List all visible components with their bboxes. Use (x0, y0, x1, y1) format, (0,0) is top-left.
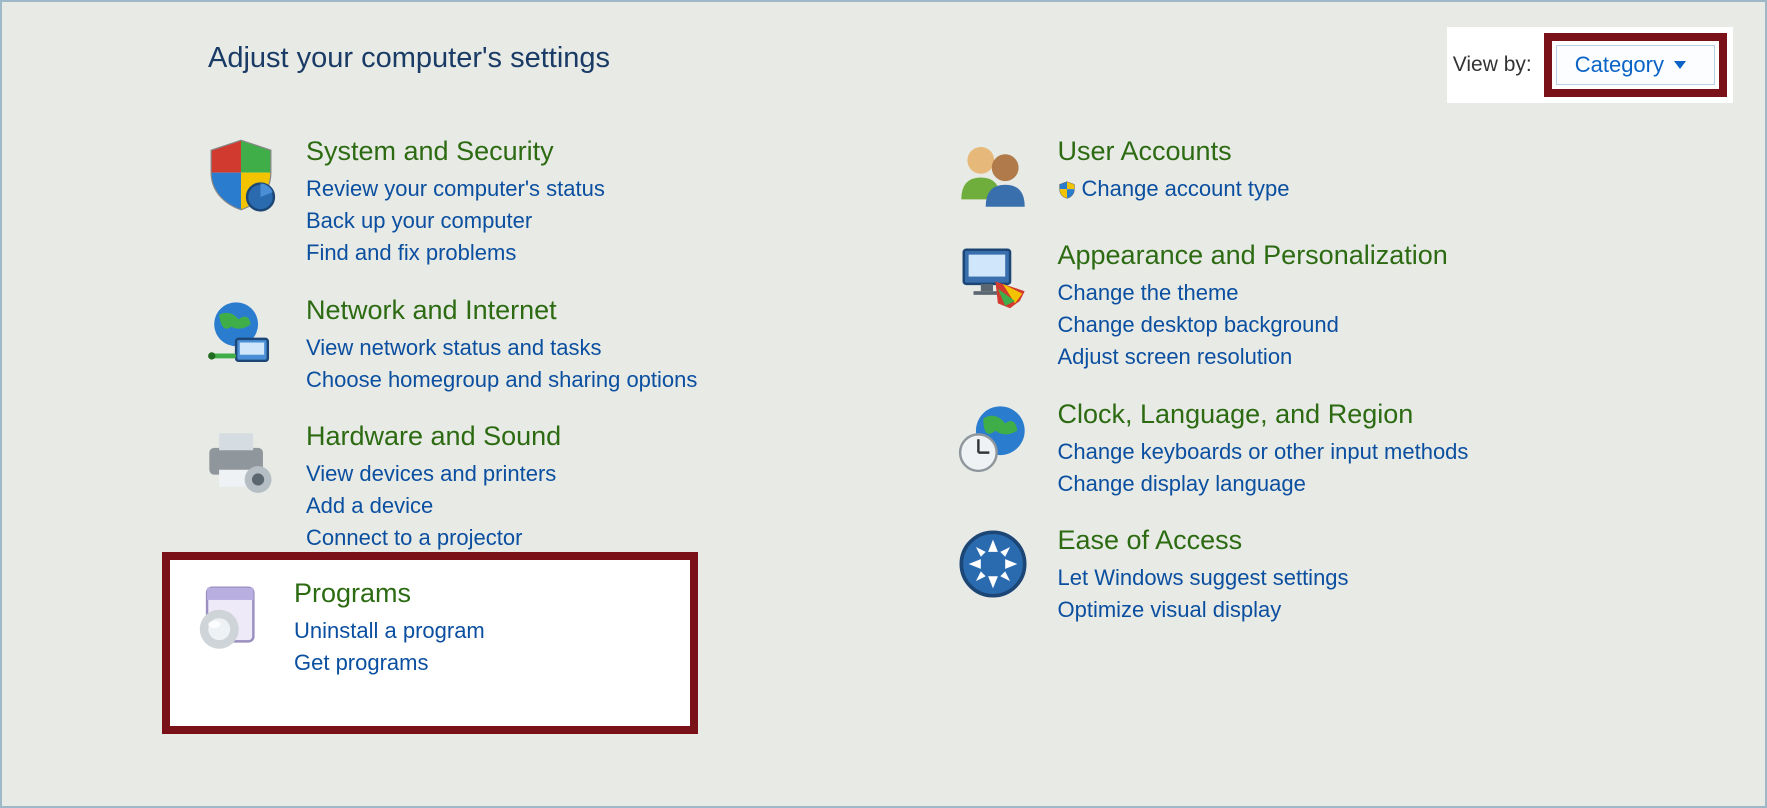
network-title[interactable]: Network and Internet (306, 295, 697, 326)
category-appearance: Appearance and Personalization Change th… (954, 240, 1706, 373)
category-ease-access: Ease of Access Let Windows suggest setti… (954, 525, 1706, 626)
user-accounts-icon (954, 136, 1032, 214)
category-network: Network and Internet View network status… (202, 295, 954, 396)
appearance-title[interactable]: Appearance and Personalization (1058, 240, 1448, 271)
category-system-security: System and Security Review your computer… (202, 136, 954, 269)
programs-title[interactable]: Programs (294, 578, 485, 609)
link-change-theme[interactable]: Change the theme (1058, 277, 1448, 309)
viewby-container: View by: Category (1447, 27, 1733, 103)
clock-globe-icon (954, 399, 1032, 477)
clock-title[interactable]: Clock, Language, and Region (1058, 399, 1469, 430)
link-add-device[interactable]: Add a device (306, 490, 690, 522)
link-projector[interactable]: Connect to a projector (306, 522, 690, 554)
link-review-status[interactable]: Review your computer's status (306, 173, 605, 205)
right-column: User Accounts Change account type (954, 122, 1706, 652)
link-network-status[interactable]: View network status and tasks (306, 332, 697, 364)
category-clock-language: Clock, Language, and Region Change keybo… (954, 399, 1706, 500)
user-accounts-title[interactable]: User Accounts (1058, 136, 1290, 167)
ease-access-icon (954, 525, 1032, 603)
link-keyboards[interactable]: Change keyboards or other input methods (1058, 436, 1469, 468)
programs-icon (190, 578, 268, 656)
viewby-dropdown[interactable]: Category (1556, 45, 1715, 85)
link-devices-printers[interactable]: View devices and printers (306, 458, 690, 490)
system-security-title[interactable]: System and Security (306, 136, 605, 167)
link-optimize-visual[interactable]: Optimize visual display (1058, 594, 1349, 626)
hardware-title[interactable]: Hardware and Sound (306, 421, 690, 452)
viewby-value: Category (1575, 52, 1664, 78)
link-uninstall-program[interactable]: Uninstall a program (294, 615, 485, 647)
link-desktop-bg[interactable]: Change desktop background (1058, 309, 1448, 341)
appearance-icon (954, 240, 1032, 318)
shield-icon (202, 136, 280, 214)
link-get-programs[interactable]: Get programs (294, 647, 485, 679)
link-backup[interactable]: Back up your computer (306, 205, 605, 237)
link-change-account-type[interactable]: Change account type (1058, 173, 1290, 208)
viewby-label: View by: (1453, 53, 1532, 77)
viewby-highlight: Category (1544, 33, 1727, 97)
link-find-fix[interactable]: Find and fix problems (306, 237, 605, 269)
globe-network-icon (202, 295, 280, 373)
ease-title[interactable]: Ease of Access (1058, 525, 1349, 556)
category-programs-highlight: Programs Uninstall a program Get program… (162, 552, 698, 734)
printer-icon (202, 421, 280, 499)
link-display-lang[interactable]: Change display language (1058, 468, 1469, 500)
chevron-down-icon (1674, 61, 1686, 69)
link-homegroup[interactable]: Choose homegroup and sharing options (306, 364, 697, 396)
link-suggest-settings[interactable]: Let Windows suggest settings (1058, 562, 1349, 594)
page-title: Adjust your computer's settings (208, 42, 610, 75)
link-screen-res[interactable]: Adjust screen resolution (1058, 341, 1448, 373)
category-user-accounts: User Accounts Change account type (954, 136, 1706, 214)
uac-shield-icon (1058, 176, 1076, 208)
